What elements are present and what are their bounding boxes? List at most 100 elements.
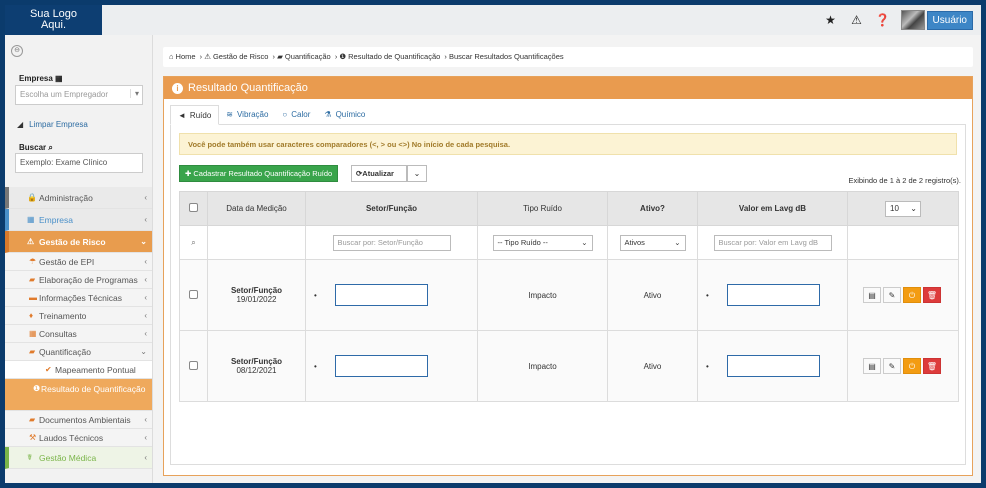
- row-setor-date-cell: Setor/Função 08/12/2021: [207, 330, 306, 402]
- book-icon: ▰: [277, 52, 283, 61]
- row-ativo: Ativo: [607, 259, 698, 331]
- ativo-select[interactable]: Ativos ⌄: [619, 234, 686, 251]
- row-date: 19/01/2022: [236, 295, 277, 304]
- sidebar-item-resultado[interactable]: ❶ Resultado de Quantificação: [5, 379, 152, 411]
- chevron-left-icon: ‹: [144, 275, 147, 284]
- sidebar-item-administracao[interactable]: 🔒 Administração ‹: [5, 187, 152, 209]
- chevron-left-icon: ‹: [144, 293, 147, 302]
- star-icon[interactable]: ★: [823, 12, 839, 28]
- user-menu-button[interactable]: Usuário: [926, 10, 973, 30]
- plus-icon: ✚: [185, 169, 192, 178]
- sidebar-item-documentos[interactable]: ▰ Documentos Ambientais ‹: [5, 411, 152, 429]
- filter-valor-cell: Buscar por: Valor em Lavg dB: [697, 225, 848, 260]
- col-valor-lavg[interactable]: Valor em Lavg dB: [697, 191, 848, 226]
- power-icon: ⏻: [908, 362, 916, 371]
- limpar-empresa-link[interactable]: ◢ Limpar Empresa: [17, 120, 88, 129]
- options-dropdown-button[interactable]: ⌄: [407, 165, 427, 182]
- flask-icon: ⚗: [324, 110, 332, 119]
- tab-vibracao[interactable]: ≋ Vibração: [219, 105, 275, 124]
- power-icon: ⏻: [908, 291, 916, 300]
- page-size-select[interactable]: 10 ⌄: [885, 200, 921, 217]
- view-button[interactable]: ▤: [863, 287, 881, 303]
- row-checkbox-cell: [179, 259, 208, 331]
- chevron-down-icon: ▾: [129, 89, 139, 98]
- eraser-icon: ◢: [17, 120, 24, 129]
- row-checkbox[interactable]: [189, 360, 198, 370]
- col-data-medicao[interactable]: Data da Medição: [207, 191, 306, 226]
- toggle-active-button[interactable]: ⏻: [903, 287, 921, 303]
- home-icon: ⌂: [169, 52, 174, 61]
- buscar-input[interactable]: Exemplo: Exame Clínico: [15, 153, 143, 173]
- tab-body: Você pode também usar caracteres compara…: [170, 125, 966, 465]
- filter-ativo-cell: Ativos ⌄: [607, 225, 698, 260]
- view-button[interactable]: ▤: [863, 358, 881, 374]
- delete-button[interactable]: 🗑: [923, 358, 941, 374]
- filter-empty-cell: [207, 225, 306, 260]
- tipo-ruido-select[interactable]: -- Tipo Ruído -- ⌄: [492, 234, 593, 251]
- col-tipo-ruido[interactable]: Tipo Ruído: [477, 191, 608, 226]
- toggle-active-button[interactable]: ⏻: [903, 358, 921, 374]
- row-tipo: Impacto: [477, 259, 608, 331]
- chevron-left-icon: ‹: [144, 433, 147, 442]
- delete-button[interactable]: 🗑: [923, 287, 941, 303]
- building-icon: ▦: [55, 74, 63, 83]
- logo[interactable]: Sua Logo Aqui.: [5, 5, 102, 35]
- col-setor-funcao[interactable]: Setor/Função: [305, 191, 478, 226]
- breadcrumb-home[interactable]: Home: [176, 52, 196, 61]
- setor-edit-input[interactable]: [334, 284, 428, 306]
- bullet-icon: •: [706, 361, 709, 371]
- select-all-checkbox[interactable]: [189, 203, 198, 212]
- sidebar-item-empresa[interactable]: ▦ Empresa ‹: [5, 209, 152, 231]
- filter-setor-cell: Buscar por: Setor/Função: [305, 225, 478, 260]
- warning-icon[interactable]: ⚠: [849, 12, 865, 28]
- help-icon[interactable]: ❓: [875, 12, 891, 28]
- valor-edit-input[interactable]: [726, 355, 820, 377]
- select-all-header: [179, 191, 208, 226]
- edit-button[interactable]: ✎: [883, 358, 901, 374]
- row-setor-label: Setor/Função: [230, 357, 283, 366]
- add-result-button[interactable]: ✚ Cadastrar Resultado Quantificação Ruíd…: [179, 165, 339, 182]
- breadcrumb-gestao-risco[interactable]: Gestão de Risco: [213, 52, 268, 61]
- refresh-button[interactable]: ⟳Atualizar: [351, 165, 407, 182]
- sidebar-item-consultas[interactable]: ▦ Consultas ‹: [5, 325, 152, 343]
- bullet-icon: •: [314, 361, 317, 371]
- sidebar-item-gestao-medica[interactable]: ☤ Gestão Médica ‹: [5, 447, 152, 469]
- row-setor-edit-cell: •: [305, 259, 478, 331]
- list-icon: ▤: [868, 362, 876, 371]
- setor-edit-input[interactable]: [334, 355, 428, 377]
- main-content: ⌂ Home › ⚠ Gestão de Risco › ▰ Quantificaçã…: [153, 35, 981, 483]
- folder-icon: ▬: [29, 293, 37, 302]
- empresa-select[interactable]: Escolha um Empregador ▾: [15, 85, 143, 105]
- row-date: 08/12/2021: [236, 366, 277, 375]
- sidebar-item-laudos[interactable]: ⚒ Laudos Técnicos ‹: [5, 429, 152, 447]
- logo-line2: Aqui.: [40, 19, 67, 31]
- avatar[interactable]: [900, 10, 925, 30]
- tab-quimico[interactable]: ⚗ Químico: [317, 105, 372, 124]
- check-icon: ✔: [45, 365, 52, 374]
- edit-button[interactable]: ✎: [883, 287, 901, 303]
- sidebar-item-gestao-epi[interactable]: ☂ Gestão de EPI ‹: [5, 253, 152, 271]
- table-row: Setor/Função 08/12/2021 • Impacto Ativo •…: [179, 330, 959, 402]
- trash-icon: 🗑: [926, 362, 938, 371]
- setor-filter-input[interactable]: Buscar por: Setor/Função: [332, 234, 451, 251]
- sidebar-item-quantificacao[interactable]: ▰ Quantificação ⌄: [5, 343, 152, 361]
- sidebar-item-gestao-risco[interactable]: ⚠ Gestão de Risco ⌄: [5, 231, 152, 253]
- breadcrumb-quantificacao[interactable]: Quantificação: [285, 52, 331, 61]
- sidebar-item-mapeamento[interactable]: ✔ Mapeamento Pontual: [5, 361, 152, 379]
- sidebar-item-informacoes[interactable]: ▬ Informações Técnicas ‹: [5, 289, 152, 307]
- valor-edit-input[interactable]: [726, 284, 820, 306]
- search-icon: ⌕: [48, 143, 53, 152]
- tab-ruido[interactable]: ◄ Ruído: [170, 105, 220, 125]
- breadcrumb-resultado[interactable]: Resultado de Quantificação: [348, 52, 440, 61]
- sidebar-item-treinamento[interactable]: ♦ Treinamento ‹: [5, 307, 152, 325]
- valor-filter-input[interactable]: Buscar por: Valor em Lavg dB: [713, 234, 832, 251]
- empresa-label: Empresa ▦: [19, 74, 63, 83]
- book-icon: ▰: [29, 415, 36, 424]
- row-ativo: Ativo: [607, 330, 698, 402]
- col-ativo[interactable]: Ativo?: [607, 191, 698, 226]
- row-checkbox[interactable]: [189, 289, 198, 299]
- tab-calor[interactable]: ○ Calor: [275, 105, 317, 124]
- sidebar-item-elaboracao[interactable]: ▰ Elaboração de Programas ‹: [5, 271, 152, 289]
- warning-icon: ⚠: [27, 237, 35, 246]
- sidebar-toggle-icon[interactable]: ⊖: [11, 45, 23, 57]
